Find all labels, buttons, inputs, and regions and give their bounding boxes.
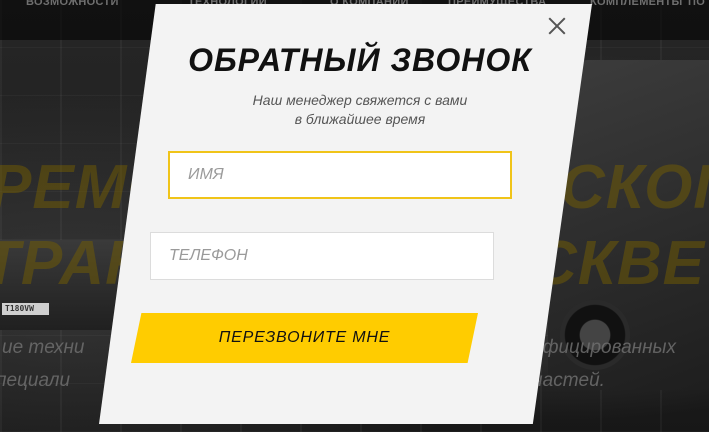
- close-icon[interactable]: [543, 12, 571, 40]
- modal-subtitle: Наш менеджер свяжется с вами в ближайшее…: [230, 91, 490, 129]
- modal-subtitle-line: в ближайшее время: [294, 111, 426, 127]
- background-subtext-left-1: ие техни: [2, 337, 85, 358]
- name-field[interactable]: [168, 151, 512, 199]
- callback-submit-button[interactable]: ПЕРЕЗВОНИТЕ МНЕ: [131, 313, 478, 363]
- background-subtext-left-2: пециали: [0, 370, 71, 391]
- nav-item[interactable]: ПО: [688, 0, 705, 8]
- phone-input[interactable]: [151, 233, 493, 279]
- modal-title: ОБРАТНЫЙ ЗВОНОК: [188, 42, 532, 78]
- license-plate: T180VW: [2, 303, 49, 315]
- name-input[interactable]: [170, 153, 510, 197]
- modal-subtitle-line: Наш менеджер свяжется с вами: [252, 92, 468, 108]
- nav-item[interactable]: КОМПЛЕМЕНТЫ: [590, 0, 683, 8]
- phone-field[interactable]: [150, 232, 494, 280]
- submit-button-label: ПЕРЕЗВОНИТЕ МНЕ: [218, 329, 391, 346]
